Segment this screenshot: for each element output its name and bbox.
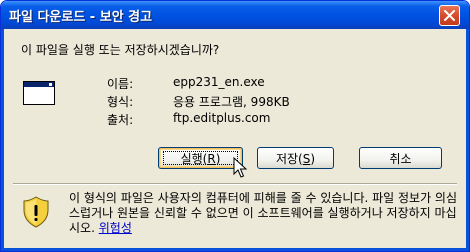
- security-warning-text: 이 형식의 파일은 사용자의 컴퓨터에 피해를 줄 수 있습니다. 파일 정보가…: [69, 191, 461, 236]
- cancel-button-label: 취소: [389, 151, 412, 166]
- title-bar[interactable]: 파일 다운로드 - 보안 경고: [1, 1, 469, 29]
- run-button-label: 실행(R): [180, 151, 221, 166]
- window-frame-bottom: [1, 248, 469, 251]
- window-title: 파일 다운로드 - 보안 경고: [9, 10, 153, 25]
- risk-link[interactable]: 위험성: [99, 221, 132, 235]
- save-button-label: 저장(S): [275, 151, 316, 166]
- field-value-source: ftp.editplus.com: [173, 111, 271, 125]
- field-value-type: 응용 프로그램, 998KB: [173, 95, 290, 109]
- field-label-type: 형식:: [107, 95, 134, 109]
- close-button[interactable]: [439, 5, 460, 26]
- mouse-pointer-icon: [233, 157, 247, 178]
- cancel-button[interactable]: 취소: [359, 147, 442, 169]
- close-icon: [444, 10, 455, 21]
- file-download-dialog: 파일 다운로드 - 보안 경고 이 파일을 실행 또는 저장하시겠습니까? 이름…: [0, 0, 470, 252]
- field-label-source: 출처:: [107, 113, 134, 127]
- divider-highlight: [13, 184, 457, 185]
- application-window-icon: [23, 81, 55, 105]
- dialog-question: 이 파일을 실행 또는 저장하시겠습니까?: [21, 43, 220, 57]
- security-shield-icon: [23, 196, 49, 228]
- window-frame-left: [1, 29, 4, 251]
- field-label-name: 이름:: [107, 77, 134, 91]
- window-frame-right: [466, 29, 469, 251]
- save-button[interactable]: 저장(S): [257, 147, 334, 169]
- run-button[interactable]: 실행(R): [158, 147, 243, 169]
- field-value-name: epp231_en.exe: [173, 75, 265, 89]
